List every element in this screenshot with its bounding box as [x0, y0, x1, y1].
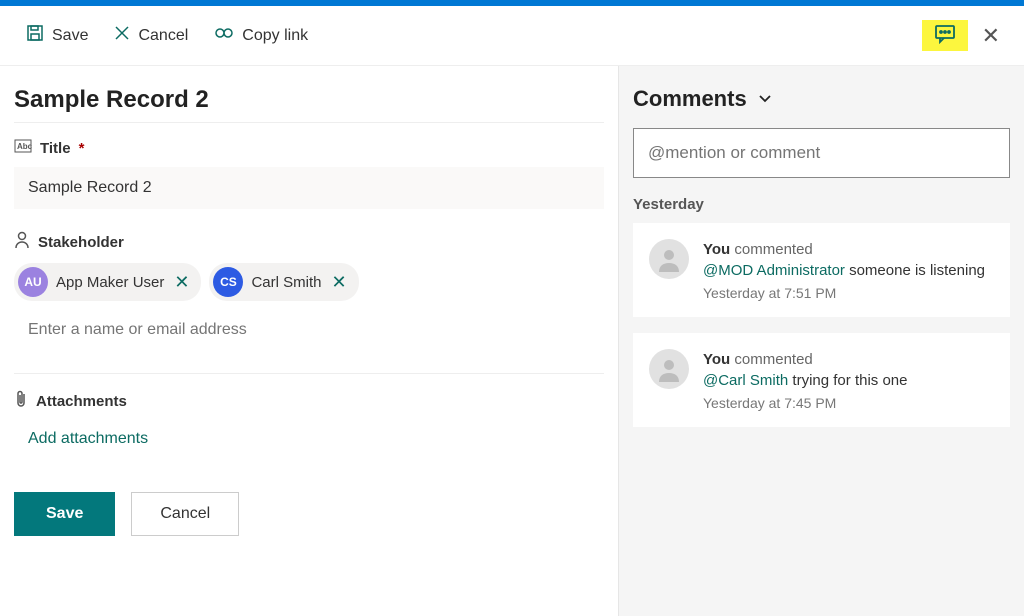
cancel-button[interactable]: Cancel [131, 492, 239, 536]
comment-verb: commented [734, 351, 812, 368]
comment-timestamp: Yesterday at 7:51 PM [703, 285, 994, 301]
chip-name: App Maker User [56, 274, 164, 291]
close-panel-button[interactable]: ✕ [974, 23, 1008, 49]
comments-toggle-button[interactable] [934, 24, 956, 47]
page-title: Sample Record 2 [14, 86, 604, 123]
comment-author: You [703, 241, 730, 258]
comment-item: You commented @Carl Smith trying for thi… [633, 333, 1010, 427]
cancel-command[interactable]: Cancel [104, 19, 198, 52]
comment-text: someone is listening [849, 262, 985, 279]
chip-remove-button[interactable]: ✕ [172, 272, 191, 293]
comment-item: You commented @MOD Administrator someone… [633, 223, 1010, 317]
avatar: CS [213, 267, 243, 297]
stakeholder-chips: AU App Maker User ✕ CS Carl Smith ✕ [14, 263, 604, 301]
avatar [649, 349, 689, 389]
close-icon: ✕ [331, 272, 346, 292]
form-actions: Save Cancel [14, 492, 604, 536]
attachments-label: Attachments [36, 393, 127, 410]
save-command[interactable]: Save [16, 18, 98, 53]
comment-timestamp: Yesterday at 7:45 PM [703, 395, 994, 411]
copy-link-label: Copy link [242, 27, 308, 45]
svg-text:Abc: Abc [17, 142, 32, 151]
field-attachments: Attachments Add attachments [14, 373, 604, 456]
chevron-down-icon [757, 86, 773, 112]
person-chip: CS Carl Smith ✕ [209, 263, 358, 301]
comment-author: You [703, 351, 730, 368]
comment-verb: commented [734, 241, 812, 258]
close-icon: ✕ [174, 272, 189, 292]
comments-heading-label: Comments [633, 86, 747, 112]
form-pane: Sample Record 2 Abc Title * Stakeholder … [0, 66, 619, 616]
comment-mention[interactable]: @MOD Administrator [703, 262, 845, 279]
avatar [649, 239, 689, 279]
required-indicator: * [79, 140, 85, 157]
field-title: Abc Title * [14, 139, 604, 209]
avatar: AU [18, 267, 48, 297]
save-label: Save [52, 27, 88, 45]
stakeholder-input[interactable] [14, 309, 604, 351]
attachment-icon [14, 390, 28, 412]
save-button[interactable]: Save [14, 492, 115, 536]
comments-heading[interactable]: Comments [633, 86, 1010, 112]
save-icon [26, 24, 44, 47]
comment-mention[interactable]: @Carl Smith [703, 372, 788, 389]
comment-group-label: Yesterday [633, 196, 1010, 213]
comment-icon [934, 32, 956, 47]
close-icon [114, 25, 130, 46]
comments-toggle-highlight [922, 20, 968, 51]
field-stakeholder: Stakeholder AU App Maker User ✕ CS Carl … [14, 231, 604, 351]
command-bar: Save Cancel Copy link ✕ [0, 6, 1024, 66]
text-field-icon: Abc [14, 139, 32, 157]
title-input[interactable] [14, 167, 604, 209]
cancel-label: Cancel [138, 27, 188, 45]
stakeholder-label: Stakeholder [38, 234, 124, 251]
copy-link-command[interactable]: Copy link [204, 19, 318, 52]
chip-name: Carl Smith [251, 274, 321, 291]
comment-input[interactable] [633, 128, 1010, 178]
comments-pane: Comments Yesterday You commented @MOD Ad… [619, 66, 1024, 616]
comment-text: trying for this one [792, 372, 907, 389]
chip-remove-button[interactable]: ✕ [329, 272, 348, 293]
add-attachments-button[interactable]: Add attachments [14, 422, 162, 456]
person-chip: AU App Maker User ✕ [14, 263, 201, 301]
title-label: Title [40, 140, 71, 157]
link-icon [214, 25, 234, 46]
person-icon [14, 231, 30, 253]
close-icon: ✕ [982, 23, 1000, 48]
